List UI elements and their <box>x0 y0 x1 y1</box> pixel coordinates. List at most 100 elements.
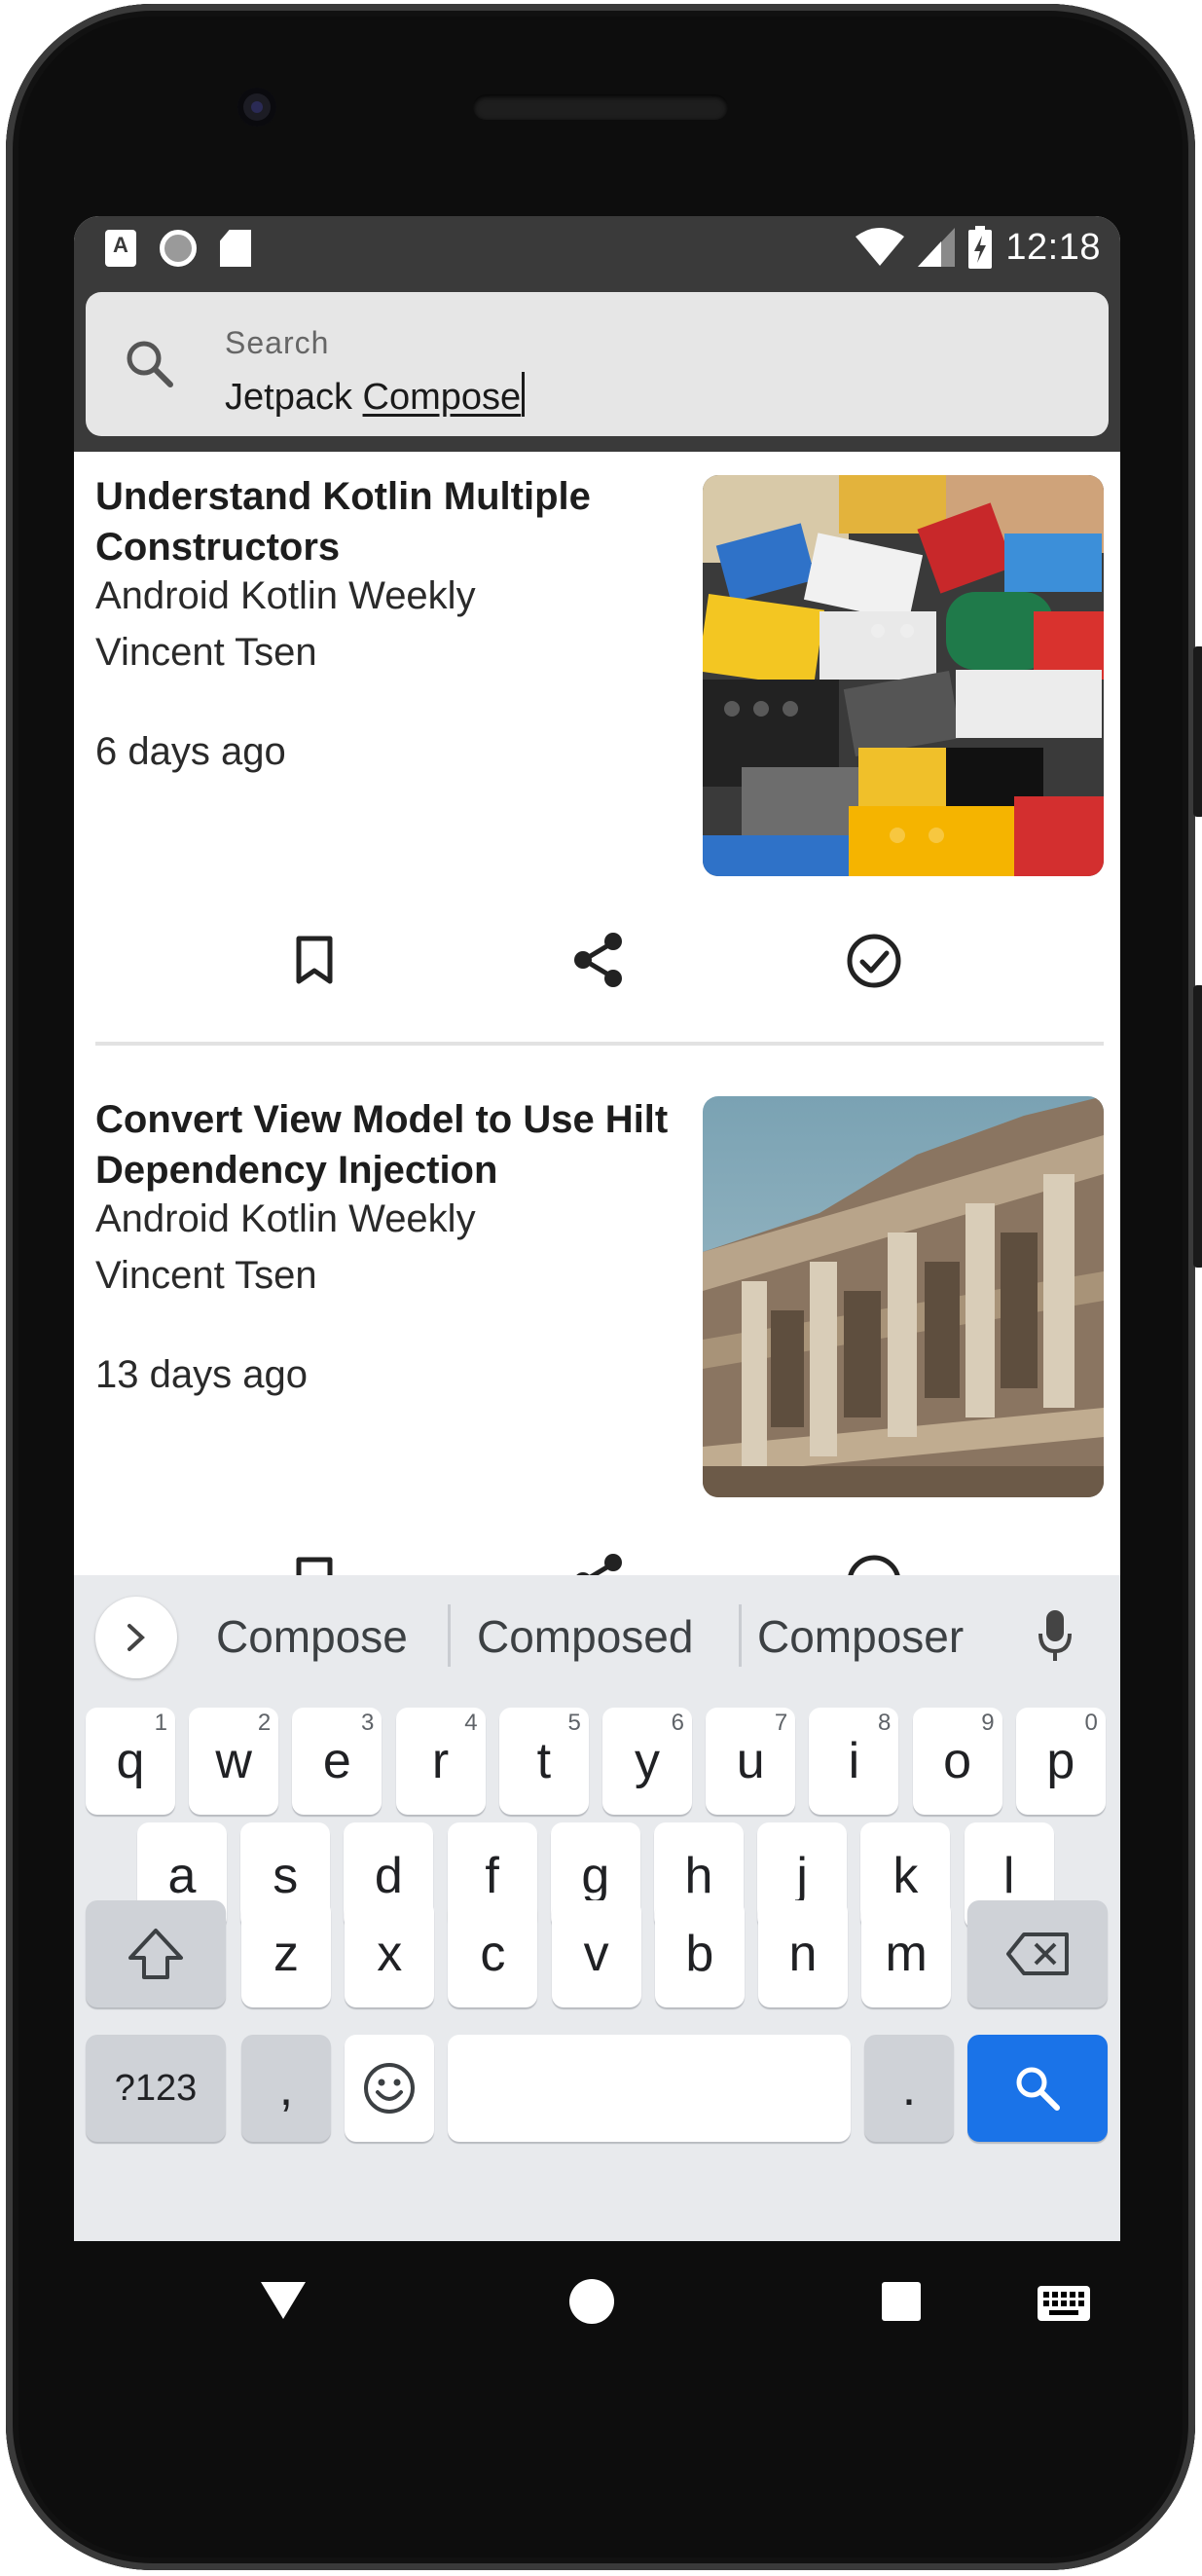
search-query-composing: Compose <box>362 377 522 418</box>
text-cursor <box>522 372 526 417</box>
key-label: d <box>374 1848 403 1904</box>
power-button <box>1193 985 1202 1268</box>
key-q[interactable]: q1 <box>86 1708 175 1815</box>
key-label: r <box>431 1733 450 1789</box>
phone-frame: 12:18 Search Jetpack Compose Understand … <box>6 4 1202 2570</box>
symbols-key[interactable]: ?123 <box>86 2035 226 2142</box>
key-x[interactable]: x <box>345 1900 435 2007</box>
suggestion-strip: Compose Composed Composer <box>74 1575 1120 1694</box>
period-key[interactable]: . <box>864 2035 954 2142</box>
key-label: q <box>116 1733 145 1789</box>
expand-toolbar-button[interactable] <box>95 1597 177 1678</box>
key-b[interactable]: b <box>654 1900 745 2007</box>
key-label: f <box>485 1848 499 1904</box>
key-e[interactable]: e3 <box>292 1708 382 1815</box>
key-label: p <box>1046 1733 1075 1789</box>
key-label: w <box>215 1733 252 1789</box>
key-label: u <box>736 1733 765 1789</box>
bookmark-icon[interactable] <box>294 935 335 985</box>
article-title: Convert View Model to Use Hilt Dependenc… <box>95 1098 669 1192</box>
front-camera <box>237 88 276 127</box>
suggestion-1[interactable]: Compose <box>216 1610 408 1663</box>
backspace-key[interactable] <box>967 1900 1108 2007</box>
key-i[interactable]: i8 <box>809 1708 899 1815</box>
key-hint: 8 <box>878 1710 892 1736</box>
key-label: b <box>685 1926 714 1982</box>
key-t[interactable]: t5 <box>498 1708 589 1815</box>
key-label: e <box>322 1733 351 1789</box>
key-hint: 5 <box>567 1710 581 1736</box>
navigation-bar <box>68 2237 1114 2374</box>
key-hint: 0 <box>1084 1710 1098 1736</box>
earpiece-speaker <box>473 94 728 120</box>
recents-icon[interactable] <box>882 2282 921 2321</box>
key-label: i <box>848 1733 860 1789</box>
article-source: Android Kotlin Weekly <box>95 574 476 617</box>
share-icon[interactable] <box>570 931 627 989</box>
key-hint: 4 <box>464 1710 478 1736</box>
emoji-key[interactable] <box>345 2035 434 2142</box>
home-icon[interactable] <box>568 2278 615 2325</box>
search-query[interactable]: Jetpack Compose <box>225 372 526 419</box>
circle-icon <box>160 230 197 267</box>
key-label: z <box>273 1926 299 1982</box>
suggestion-3[interactable]: Composer <box>757 1610 964 1663</box>
key-label: s <box>273 1848 299 1904</box>
search-action-key[interactable] <box>967 2035 1108 2142</box>
ancient-library-facade-photo <box>703 1096 1104 1497</box>
key-label: x <box>377 1926 403 1982</box>
microphone-icon[interactable] <box>1038 1608 1073 1663</box>
key-u[interactable]: u7 <box>706 1708 796 1815</box>
key-m[interactable]: m <box>861 1900 952 2007</box>
back-icon[interactable] <box>259 2280 308 2321</box>
key-n[interactable]: n <box>758 1900 848 2007</box>
signal-icon <box>918 228 956 267</box>
article-date: 6 days ago <box>95 730 286 773</box>
space-key[interactable] <box>448 2035 851 2142</box>
suggestion-2[interactable]: Composed <box>477 1610 693 1663</box>
volume-button <box>1193 646 1202 817</box>
key-hint: 7 <box>774 1710 788 1736</box>
article-divider <box>95 1042 1104 1046</box>
soft-keyboard: Compose Composed Composer q1w2e3r4t5y6u7… <box>74 1575 1120 2241</box>
key-label: v <box>583 1926 609 1982</box>
article-author: Vincent Tsen <box>95 631 317 674</box>
text-a-icon <box>105 230 136 267</box>
search-query-prefix: Jetpack <box>225 377 363 418</box>
key-label: y <box>635 1733 660 1789</box>
search-icon <box>127 341 173 387</box>
key-label: a <box>167 1848 197 1904</box>
key-label: c <box>480 1926 506 1982</box>
key-label: g <box>581 1848 610 1904</box>
shift-key[interactable] <box>86 1900 226 2007</box>
key-z[interactable]: z <box>241 1900 331 2007</box>
shift-icon <box>128 1929 183 1979</box>
status-bar: 12:18 <box>74 216 1120 280</box>
key-v[interactable]: v <box>551 1900 641 2007</box>
search-icon <box>1016 2067 1060 2111</box>
keyboard-switch-icon[interactable] <box>1038 2286 1090 2321</box>
clock: 12:18 <box>1005 226 1101 268</box>
mark-read-icon[interactable] <box>845 932 903 990</box>
battery-charging-icon <box>968 226 993 269</box>
comma-key[interactable]: , <box>241 2035 331 2142</box>
search-label: Search <box>225 325 330 360</box>
search-input[interactable]: Search Jetpack Compose <box>86 292 1109 436</box>
key-hint: 1 <box>154 1710 167 1736</box>
wifi-icon <box>856 228 905 266</box>
key-c[interactable]: c <box>448 1900 538 2007</box>
article-author: Vincent Tsen <box>95 1254 317 1297</box>
suggestion-divider <box>448 1604 451 1667</box>
backspace-icon <box>1006 1932 1069 1975</box>
chevron-right-icon <box>127 1624 145 1651</box>
key-p[interactable]: p0 <box>1015 1708 1106 1815</box>
key-o[interactable]: o9 <box>912 1708 1002 1815</box>
screen: 12:18 Search Jetpack Compose Understand … <box>74 216 1120 2241</box>
article-image-library <box>703 1096 1104 1497</box>
key-w[interactable]: w2 <box>189 1708 279 1815</box>
key-r[interactable]: r4 <box>395 1708 486 1815</box>
key-label: l <box>1002 1848 1015 1904</box>
lego-bricks-image <box>703 475 1104 876</box>
key-y[interactable]: y6 <box>602 1708 692 1815</box>
key-label: j <box>796 1848 808 1904</box>
